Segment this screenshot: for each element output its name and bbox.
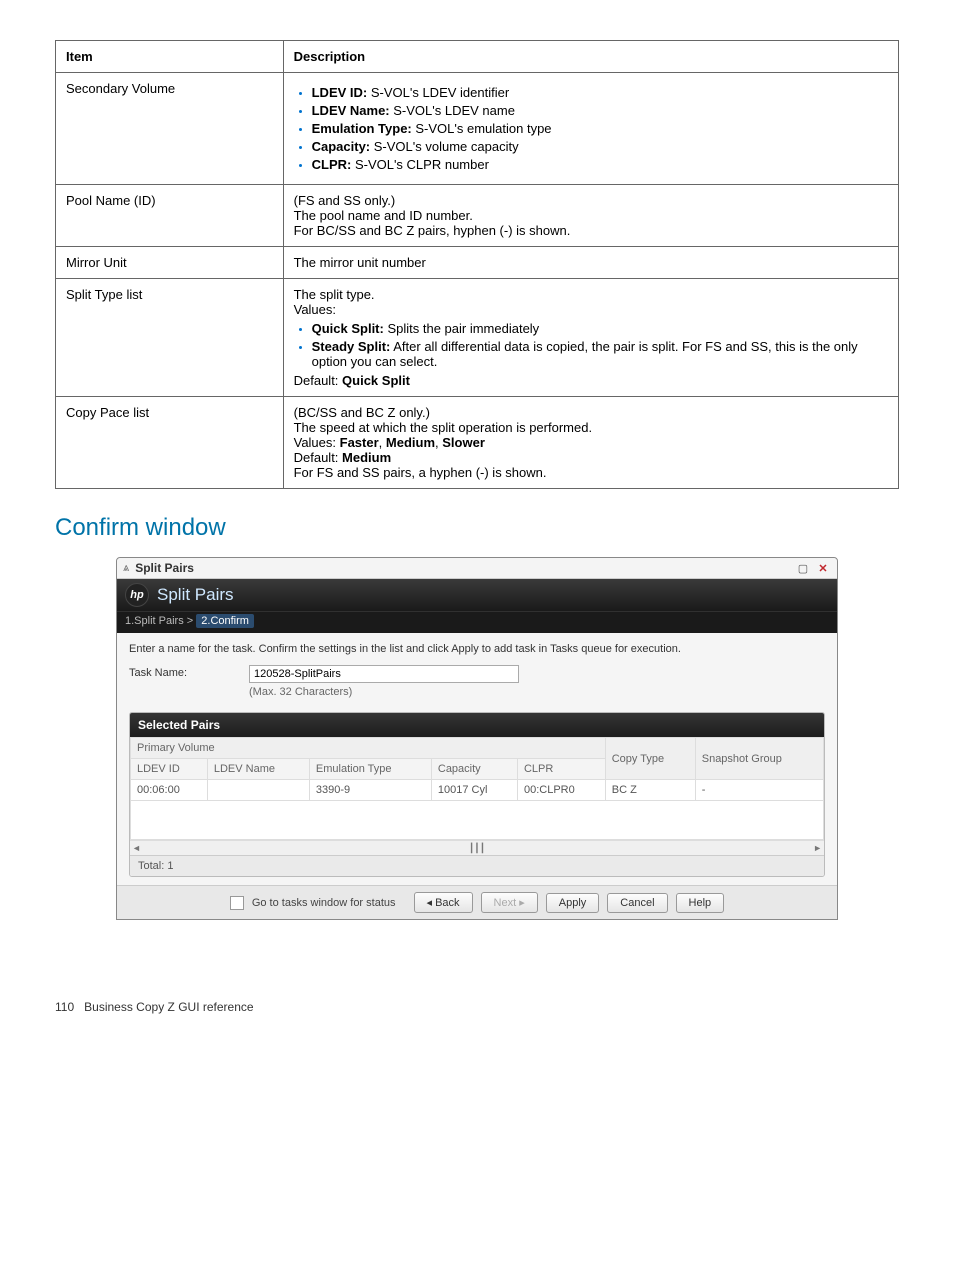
step-1[interactable]: 1.Split Pairs: [125, 615, 184, 627]
table-row: Split Type list The split type. Values: …: [56, 279, 899, 397]
dialog-footer: Go to tasks window for status ◂ Back Nex…: [117, 885, 837, 919]
split-pairs-dialog: ⩓ Split Pairs ▢ ✕ hp Split Pairs 1.Split…: [116, 557, 838, 920]
dialog-header-title: Split Pairs: [157, 585, 234, 605]
collapse-icon[interactable]: ⩓: [123, 562, 129, 575]
hint-text: Enter a name for the task. Confirm the s…: [129, 643, 825, 655]
table-row: Mirror Unit The mirror unit number: [56, 247, 899, 279]
pairs-grid: Primary Volume Copy Type Snapshot Group …: [130, 737, 824, 855]
chevron-right-icon: >: [187, 615, 193, 627]
table-row: Secondary Volume LDEV ID: S-VOL's LDEV i…: [56, 73, 899, 185]
selected-pairs-panel: Selected Pairs Primary Volume Copy Type …: [129, 712, 825, 877]
task-name-sublabel: (Max. 32 Characters): [249, 686, 519, 698]
col-item: Item: [56, 41, 284, 73]
back-button[interactable]: ◂ Back: [414, 892, 473, 913]
page-footer: 110 Business Copy Z GUI reference: [55, 1000, 899, 1014]
close-icon[interactable]: ✕: [815, 561, 831, 575]
cancel-button[interactable]: Cancel: [607, 893, 667, 913]
apply-button[interactable]: Apply: [546, 893, 600, 913]
goto-tasks-checkbox[interactable]: [230, 896, 244, 910]
dialog-title: Split Pairs: [135, 561, 194, 575]
maximize-icon[interactable]: ▢: [795, 561, 811, 575]
goto-tasks-label: Go to tasks window for status: [252, 897, 396, 909]
task-name-input[interactable]: [249, 665, 519, 683]
help-button[interactable]: Help: [676, 893, 725, 913]
total-label: Total: 1: [130, 855, 824, 876]
dialog-header: hp Split Pairs: [117, 579, 837, 611]
panel-title: Selected Pairs: [130, 713, 824, 737]
desc-list: LDEV ID: S-VOL's LDEV identifier LDEV Na…: [294, 85, 888, 172]
col-group-primary: Primary Volume: [131, 738, 606, 759]
scroll-right-icon[interactable]: ►: [813, 843, 822, 853]
hp-logo-icon: hp: [125, 583, 149, 607]
horizontal-scrollbar[interactable]: ◄ ┃┃┃ ►: [130, 840, 824, 855]
step-2-current: 2.Confirm: [196, 614, 254, 628]
task-name-label: Task Name:: [129, 665, 209, 679]
table-row: Pool Name (ID) (FS and SS only.) The poo…: [56, 185, 899, 247]
dialog-titlebar: ⩓ Split Pairs ▢ ✕: [117, 558, 837, 579]
col-desc: Description: [283, 41, 898, 73]
section-title: Confirm window: [55, 514, 899, 542]
wizard-steps: 1.Split Pairs > 2.Confirm: [117, 611, 837, 633]
next-button: Next ▸: [481, 892, 538, 913]
table-row: Copy Pace list (BC/SS and BC Z only.) Th…: [56, 397, 899, 489]
scroll-left-icon[interactable]: ◄: [132, 843, 141, 853]
spec-table: Item Description Secondary Volume LDEV I…: [55, 40, 899, 489]
table-row[interactable]: 00:06:00 3390-9 10017 Cyl 00:CLPR0 BC Z …: [131, 780, 824, 801]
